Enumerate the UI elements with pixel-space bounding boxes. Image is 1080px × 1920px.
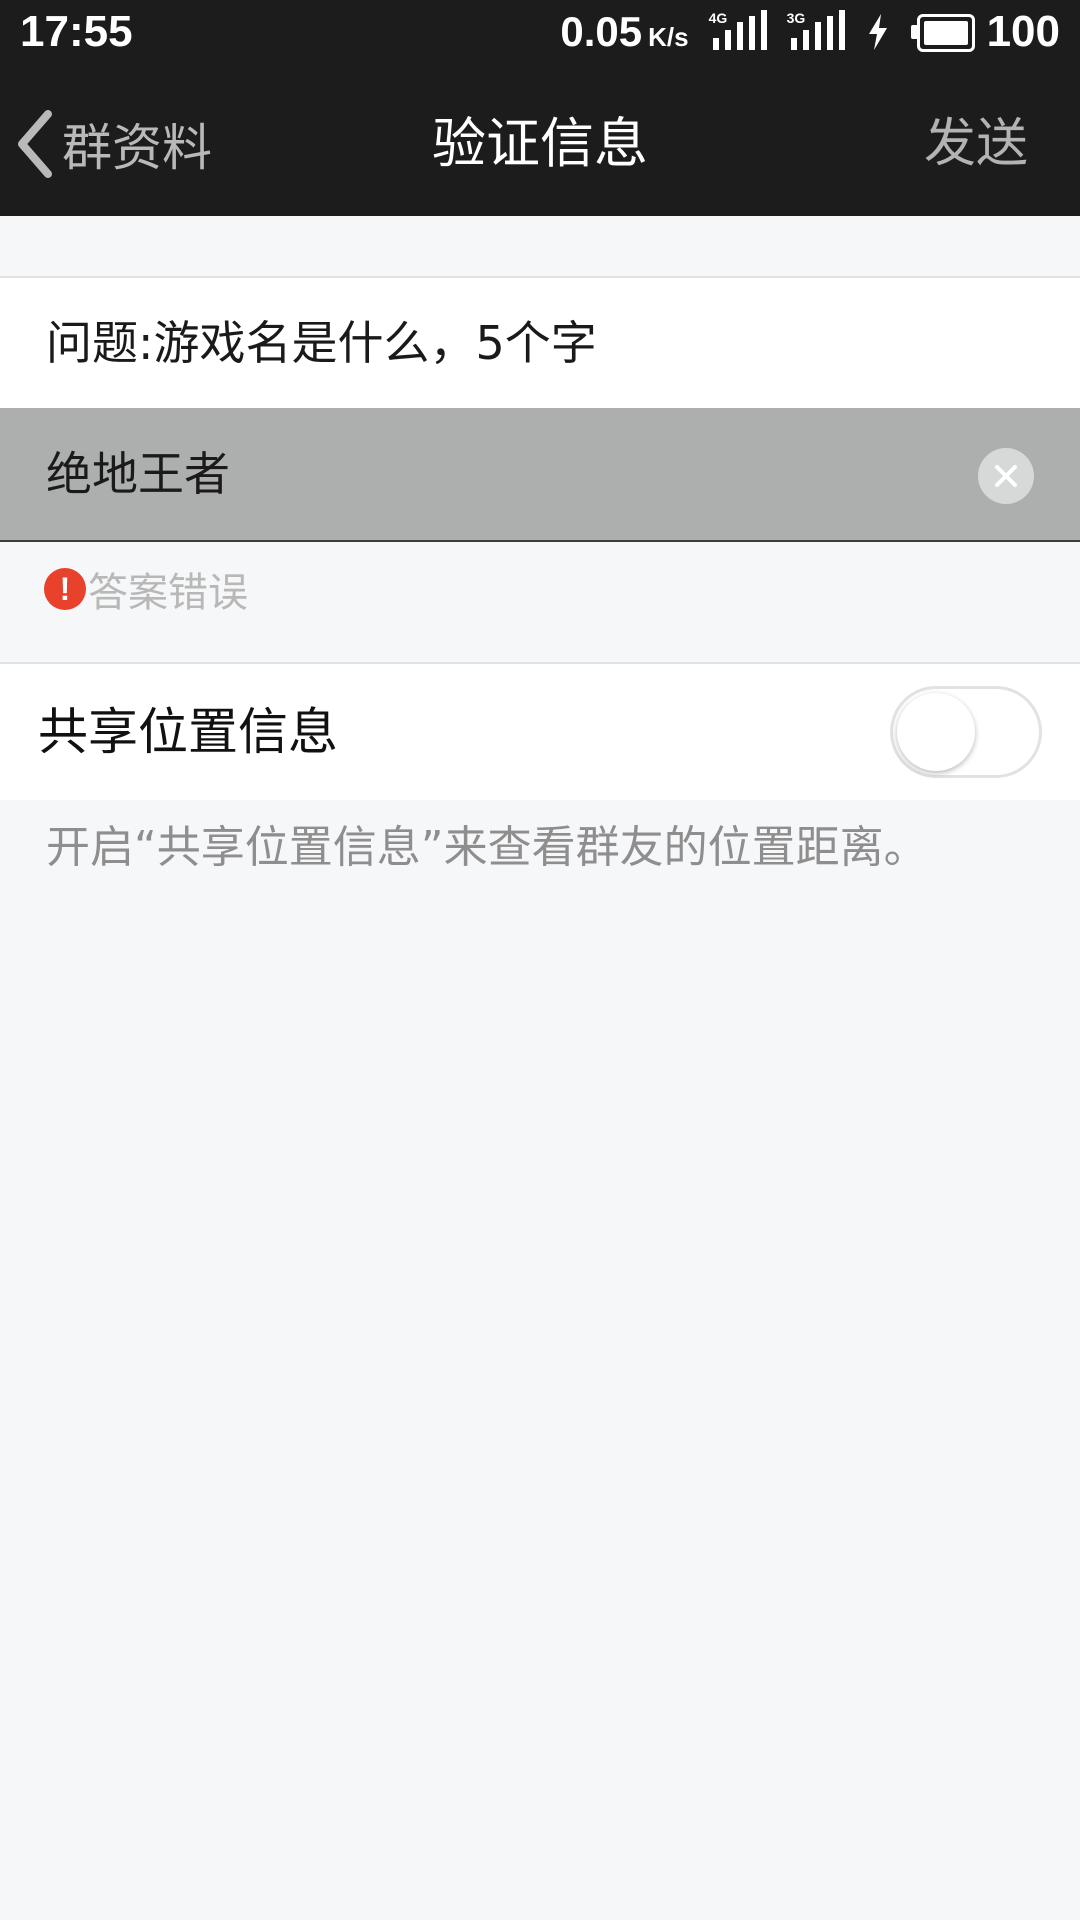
share-location-toggle[interactable] [890, 686, 1042, 778]
clear-input-button[interactable] [978, 448, 1034, 504]
share-location-label: 共享位置信息 [38, 703, 338, 761]
battery-level: 100 [986, 7, 1060, 56]
signal-type-label: 3G [786, 10, 806, 26]
charging-icon [868, 14, 887, 50]
network-speed: 0.05 K/s [560, 8, 688, 56]
question-text: 问题:游戏名是什么，5个字 [46, 316, 597, 370]
answer-row: 绝地王者 [0, 408, 1080, 542]
battery: 100 [910, 7, 1060, 57]
nav-bar: 群资料 验证信息 发送 [0, 64, 1080, 216]
answer-input[interactable]: 绝地王者 [46, 408, 946, 540]
error-message: ! 答案错误 [44, 564, 248, 616]
question-row: 问题:游戏名是什么，5个字 [0, 276, 1080, 408]
page-title: 验证信息 [432, 112, 648, 175]
status-time: 17:55 [20, 7, 133, 56]
close-icon [995, 465, 1017, 487]
error-text: 答案错误 [88, 570, 248, 616]
signal-icon: 3G [787, 10, 845, 54]
toggle-knob [897, 693, 975, 771]
signal-type-label: 4G [708, 10, 728, 26]
battery-icon [910, 14, 975, 52]
error-icon: ! [44, 568, 86, 610]
signal-icon: 4G [709, 10, 767, 54]
status-bar: 17:55 0.05 K/s 4G 3G 100 [0, 0, 1080, 64]
status-indicators: 0.05 K/s 4G 3G 100 [560, 6, 1060, 58]
network-speed-unit: K/s [648, 22, 689, 52]
network-speed-value: 0.05 [560, 8, 643, 55]
send-button[interactable]: 发送 [924, 104, 1028, 184]
share-location-hint: 开启“共享位置信息”来查看群友的位置距离。 [46, 822, 928, 873]
share-location-row: 共享位置信息 [0, 662, 1080, 800]
